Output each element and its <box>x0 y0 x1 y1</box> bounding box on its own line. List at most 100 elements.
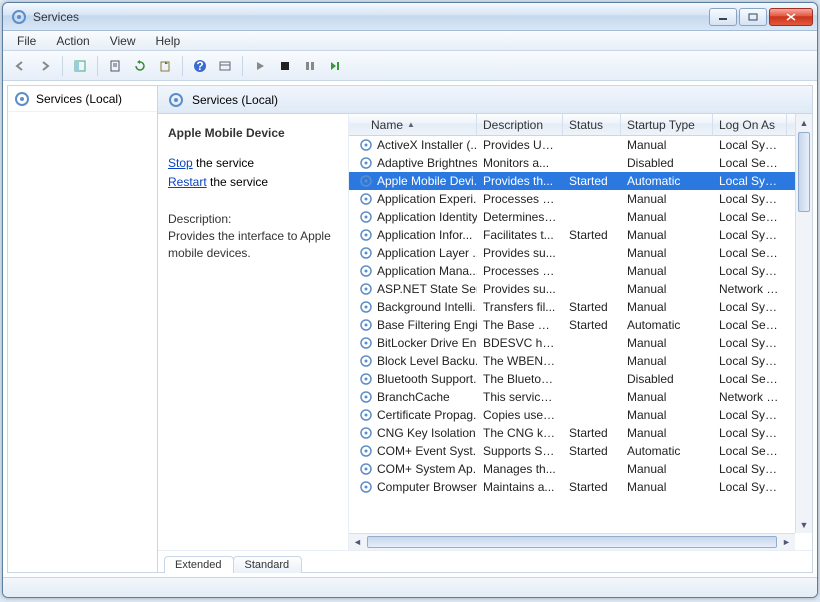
scroll-left-icon[interactable]: ◄ <box>349 534 366 550</box>
grid-header: Name▲ Description Status Startup Type Lo… <box>349 114 812 136</box>
cell-description: Maintains a... <box>477 477 563 497</box>
gear-icon <box>358 479 374 495</box>
cell-logon: Local Syste... <box>713 189 787 209</box>
menu-action[interactable]: Action <box>48 32 97 50</box>
cell-status: Started <box>563 225 621 245</box>
cell-startup: Manual <box>621 477 713 497</box>
detail-pane: Apple Mobile Device Stop the service Res… <box>158 114 348 550</box>
help-button[interactable]: ? <box>189 55 211 77</box>
restart-suffix: the service <box>207 175 268 189</box>
cell-description: Determines ... <box>477 207 563 227</box>
minimize-button[interactable] <box>709 8 737 26</box>
column-startup-type[interactable]: Startup Type <box>621 114 713 135</box>
cell-description: Monitors a... <box>477 153 563 173</box>
cell-startup: Disabled <box>621 369 713 389</box>
cell-logon: Local Syste... <box>713 351 787 371</box>
cell-description: The WBENG... <box>477 351 563 371</box>
cell-description: Processes in... <box>477 261 563 281</box>
services-icon <box>11 9 27 25</box>
export-button[interactable] <box>154 55 176 77</box>
cell-startup: Automatic <box>621 171 713 191</box>
titlebar[interactable]: Services <box>3 3 817 31</box>
toolbar: ? <box>3 51 817 81</box>
cell-startup: Manual <box>621 297 713 317</box>
properties-button[interactable] <box>104 55 126 77</box>
pause-service-button[interactable] <box>299 55 321 77</box>
cell-logon: Network S... <box>713 279 787 299</box>
cell-startup: Manual <box>621 279 713 299</box>
cell-logon: Network S... <box>713 387 787 407</box>
cell-name: Computer Browser <box>349 476 477 498</box>
tab-standard[interactable]: Standard <box>233 556 302 573</box>
menu-help[interactable]: Help <box>148 32 189 50</box>
cell-status <box>563 214 621 220</box>
column-status[interactable]: Status <box>563 114 621 135</box>
scroll-thumb[interactable] <box>798 132 810 212</box>
start-service-button[interactable] <box>249 55 271 77</box>
cell-logon: Local Servic... <box>713 441 787 461</box>
cell-startup: Manual <box>621 189 713 209</box>
cell-status <box>563 466 621 472</box>
description-text: Provides the interface to Apple mobile d… <box>168 228 338 260</box>
menu-view[interactable]: View <box>102 32 144 50</box>
cell-description: Provides th... <box>477 171 563 191</box>
back-button[interactable] <box>9 55 31 77</box>
right-header-title: Services (Local) <box>192 93 278 107</box>
cell-description: Processes a... <box>477 189 563 209</box>
services-window: Services File Action View Help ? <box>2 2 818 598</box>
maximize-button[interactable] <box>739 8 767 26</box>
stop-suffix: the service <box>193 156 254 170</box>
refresh-button[interactable] <box>129 55 151 77</box>
scroll-thumb-h[interactable] <box>367 536 777 548</box>
cell-startup: Disabled <box>621 153 713 173</box>
cell-status <box>563 340 621 346</box>
gear-icon <box>358 191 374 207</box>
sort-asc-icon: ▲ <box>407 120 415 129</box>
cell-status <box>563 250 621 256</box>
scroll-down-icon[interactable]: ▼ <box>796 516 812 533</box>
tab-extended[interactable]: Extended <box>164 556 234 573</box>
cell-status <box>563 286 621 292</box>
vertical-scrollbar[interactable]: ▲ ▼ <box>795 114 812 533</box>
cell-startup: Manual <box>621 423 713 443</box>
gear-icon <box>358 335 374 351</box>
scroll-right-icon[interactable]: ► <box>778 534 795 550</box>
column-name[interactable]: Name▲ <box>349 114 477 135</box>
toolbar-extra-button[interactable] <box>214 55 236 77</box>
cell-status <box>563 394 621 400</box>
cell-logon: Local Servic... <box>713 369 787 389</box>
column-description[interactable]: Description <box>477 114 563 135</box>
cell-logon: Local Servic... <box>713 153 787 173</box>
tree-root-item[interactable]: Services (Local) <box>8 86 157 112</box>
gear-icon <box>358 155 374 171</box>
view-tabs: Extended Standard <box>158 550 812 572</box>
restart-service-button[interactable] <box>324 55 346 77</box>
cell-status: Started <box>563 171 621 191</box>
cell-logon: Local Syste... <box>713 297 787 317</box>
horizontal-scrollbar[interactable]: ◄ ► <box>349 533 795 550</box>
forward-button[interactable] <box>34 55 56 77</box>
menu-file[interactable]: File <box>9 32 44 50</box>
grid-body[interactable]: ActiveX Installer (...Provides Us...Manu… <box>349 136 812 550</box>
restart-service-link[interactable]: Restart <box>168 175 207 189</box>
close-button[interactable] <box>769 8 813 26</box>
service-row[interactable]: Computer BrowserMaintains a...StartedMan… <box>349 478 812 496</box>
gear-icon <box>358 263 374 279</box>
right-header: Services (Local) <box>158 86 812 114</box>
cell-status <box>563 160 621 166</box>
cell-description: The Base Fil... <box>477 315 563 335</box>
cell-startup: Automatic <box>621 441 713 461</box>
gear-icon <box>358 425 374 441</box>
cell-status: Started <box>563 477 621 497</box>
stop-service-link[interactable]: Stop <box>168 156 193 170</box>
column-log-on-as[interactable]: Log On As <box>713 114 787 135</box>
statusbar <box>3 577 817 597</box>
show-hide-tree-button[interactable] <box>69 55 91 77</box>
scroll-up-icon[interactable]: ▲ <box>796 114 812 131</box>
cell-startup: Manual <box>621 405 713 425</box>
gear-icon <box>358 173 374 189</box>
cell-logon: Local Servic... <box>713 243 787 263</box>
stop-service-button[interactable] <box>274 55 296 77</box>
cell-logon: Local Servic... <box>713 207 787 227</box>
cell-startup: Manual <box>621 387 713 407</box>
